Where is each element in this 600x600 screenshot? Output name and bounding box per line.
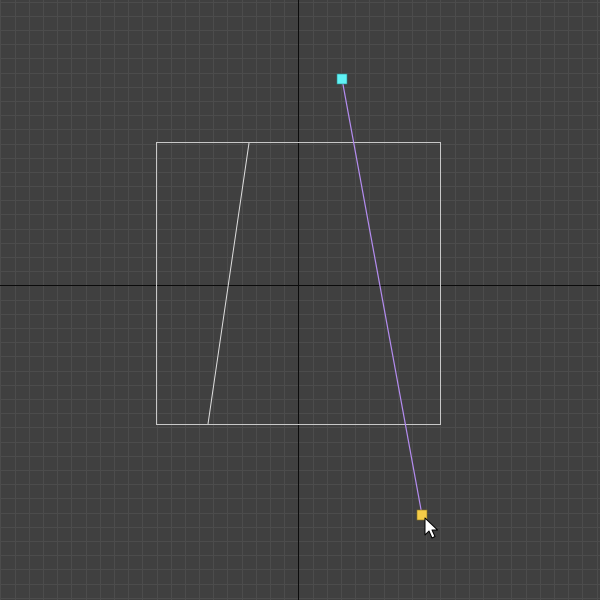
editor-viewport[interactable] [0,0,600,600]
start-handle[interactable] [336,73,348,85]
